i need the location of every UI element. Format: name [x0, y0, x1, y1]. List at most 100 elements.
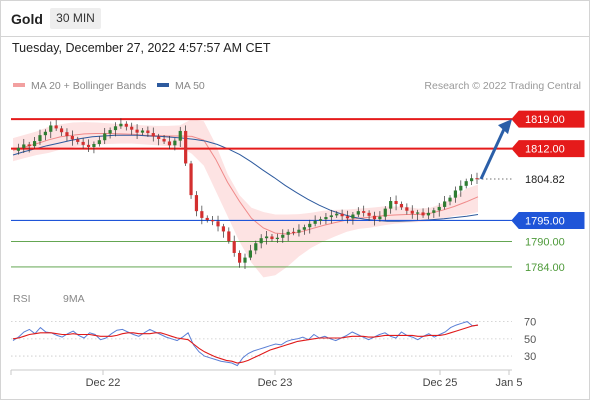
- level-label-1819.00: 1819.00: [525, 114, 565, 126]
- candle-body: [399, 203, 404, 208]
- candle-body: [389, 201, 393, 209]
- candle-body: [426, 212, 431, 216]
- level-label-1804.82: 1804.82: [525, 174, 565, 186]
- candle-body: [22, 144, 26, 148]
- candle-body: [308, 223, 312, 228]
- x-tick-label-Dec 23: Dec 23: [258, 377, 293, 389]
- forecast-arrowhead: [498, 119, 512, 135]
- candle-body: [16, 147, 20, 151]
- candle-body: [378, 216, 382, 220]
- candle-body: [151, 133, 155, 137]
- candle-body: [216, 221, 220, 227]
- candle-body: [275, 237, 279, 240]
- candle-body: [70, 136, 74, 140]
- candle-body: [232, 241, 236, 253]
- candle-body: [259, 238, 263, 244]
- candle-body: [367, 212, 371, 216]
- candle-body: [227, 231, 231, 242]
- candle-body: [459, 185, 463, 191]
- candle-body: [345, 216, 350, 219]
- level-label-1784.00: 1784.00: [525, 262, 565, 274]
- candle-body: [76, 139, 80, 142]
- candle-body: [124, 123, 128, 127]
- candle-body: [281, 234, 285, 238]
- candle-body: [372, 215, 377, 220]
- candle-body: [313, 220, 317, 224]
- candle-body: [410, 210, 414, 214]
- candle-body: [49, 125, 53, 132]
- candle-body: [54, 125, 58, 129]
- candle-body: [416, 212, 420, 214]
- candle-body: [362, 211, 366, 213]
- candle-body: [27, 144, 31, 147]
- candle-body: [205, 217, 209, 221]
- candle-body: [318, 219, 323, 221]
- candle-body: [194, 195, 199, 212]
- candle-body: [189, 163, 193, 196]
- candle-body: [335, 213, 339, 216]
- candle-body: [453, 190, 458, 198]
- candle-body: [432, 210, 436, 213]
- candle-body: [340, 213, 344, 217]
- candle-body: [59, 128, 64, 133]
- candle-body: [254, 243, 258, 251]
- candle-body: [221, 226, 226, 232]
- candle-body: [108, 130, 112, 134]
- x-axis: Dec 22 Dec 23 Dec 25 Jan 5: [10, 369, 523, 389]
- candle-body: [270, 236, 274, 240]
- candle-body: [81, 141, 85, 145]
- candle-body: [184, 130, 188, 164]
- candle-body: [167, 141, 172, 146]
- candle-body: [243, 257, 247, 263]
- candle-body: [178, 130, 182, 141]
- candle-body: [421, 212, 425, 216]
- candle-body: [448, 197, 452, 202]
- candle-body: [97, 140, 101, 145]
- x-tick-label-Jan 5: Jan 5: [496, 377, 523, 389]
- rsi-tick-30: 30: [524, 351, 536, 363]
- candle-body: [356, 211, 360, 215]
- candle-body: [443, 201, 447, 207]
- candle-body: [146, 130, 150, 134]
- rsi-tick-70: 70: [524, 317, 536, 329]
- candle-body: [173, 140, 177, 146]
- candle-body: [238, 252, 242, 263]
- candle-body: [200, 211, 204, 218]
- candle-body: [38, 135, 42, 142]
- level-label-1790.00: 1790.00: [525, 237, 565, 249]
- candle-body: [437, 206, 441, 211]
- rsi-ma-line: [12, 324, 479, 364]
- candle-body: [130, 126, 134, 130]
- candle-body: [43, 131, 47, 136]
- candle-body: [140, 130, 145, 133]
- candle-body: [297, 229, 301, 233]
- candle-body: [351, 214, 355, 219]
- candle-body: [65, 132, 69, 136]
- candle-body: [135, 129, 139, 133]
- candle-body: [329, 215, 333, 218]
- candle-body: [383, 208, 387, 217]
- x-tick-label-Dec 25: Dec 25: [423, 377, 458, 389]
- candle-body: [119, 123, 123, 127]
- forecast-arrow: [479, 128, 506, 180]
- x-tick-label-Dec 22: Dec 22: [86, 377, 121, 389]
- candle-body: [264, 236, 269, 239]
- candle-body: [162, 138, 166, 142]
- candle-body: [291, 231, 296, 233]
- candle-body: [32, 141, 37, 147]
- candle-body: [248, 250, 252, 258]
- candle-body: [103, 133, 107, 141]
- candle-body: [470, 178, 474, 182]
- price-chart: 1819.00 1812.00 1804.82 1795.00 1790.00 1784.…: [10, 110, 585, 389]
- candle-body: [113, 126, 118, 131]
- candle-body: [157, 136, 161, 139]
- candle-body: [405, 207, 409, 211]
- rsi-panel: 70 50 30: [11, 317, 536, 367]
- candle-body: [92, 144, 96, 147]
- candle-body: [86, 144, 91, 147]
- level-label-1795.00: 1795.00: [525, 215, 565, 227]
- candle-body: [286, 231, 290, 235]
- rsi-tick-50: 50: [524, 334, 536, 346]
- rsi-line: [12, 321, 479, 367]
- candle-body: [475, 178, 479, 180]
